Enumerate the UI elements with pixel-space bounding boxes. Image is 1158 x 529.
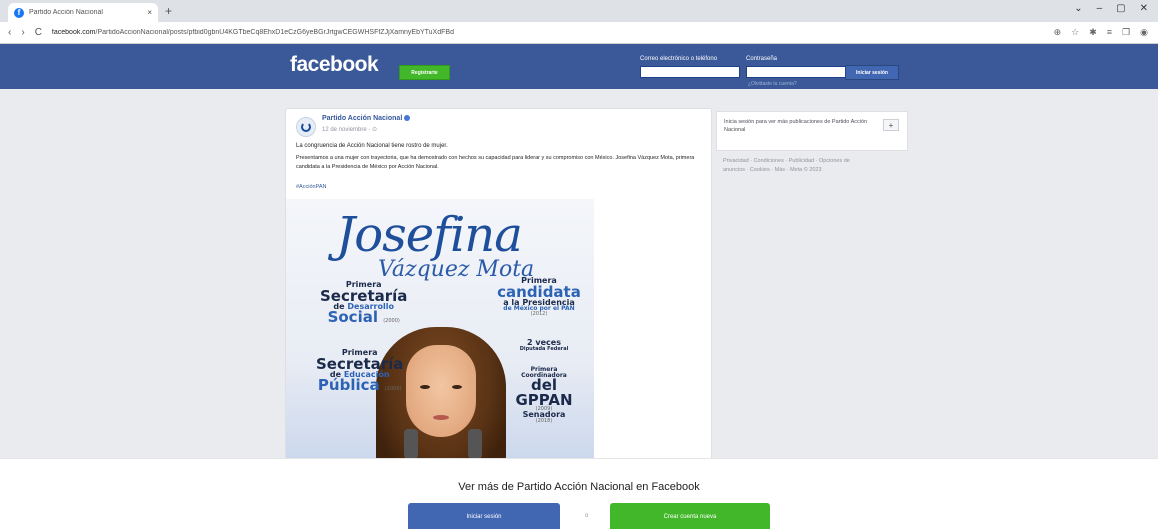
maximize-button[interactable]: ▢: [1116, 3, 1125, 14]
email-label: Correo electrónico o teléfono: [640, 56, 718, 62]
profile-icon[interactable]: ◉: [1140, 27, 1148, 38]
side-panel-icon[interactable]: ❐: [1122, 27, 1130, 38]
microphone-icon: [404, 429, 418, 459]
overlay-login-button[interactable]: Iniciar sesión: [408, 503, 560, 529]
zoom-icon[interactable]: ⊕: [1054, 27, 1062, 38]
hashtag-link[interactable]: #AcciónPAN: [296, 184, 326, 190]
microphone-icon: [468, 429, 482, 459]
extension-icon[interactable]: ✱: [1089, 27, 1097, 38]
browser-tab-bar: f Partido Acción Nacional × + ⌄ – ▢ ✕: [0, 0, 1158, 22]
create-account-button[interactable]: Crear cuenta nueva: [610, 503, 770, 529]
page-name-link[interactable]: Partido Acción Nacional: [322, 115, 411, 122]
bookmark-star-icon[interactable]: ☆: [1071, 27, 1079, 38]
address-bar-row: ‹ › C facebook.com/PartidoAccionNacional…: [0, 22, 1158, 44]
achievement-desarrollo-social: Primera Secretaría de Desarrollo Social …: [320, 281, 407, 325]
reload-button[interactable]: C: [35, 27, 42, 38]
password-field[interactable]: [746, 66, 846, 78]
post-card: Partido Acción Nacional 12 de noviembre …: [285, 108, 712, 468]
url-host: facebook.com: [51, 29, 96, 36]
forward-button[interactable]: ›: [21, 27, 24, 38]
browser-tab[interactable]: f Partido Acción Nacional ×: [8, 3, 158, 22]
page-avatar[interactable]: [296, 117, 316, 137]
forgot-account-link[interactable]: ¿Olvidaste tu cuenta?: [748, 81, 797, 87]
overlay-message: Ver más de Partido Acción Nacional en Fa…: [458, 481, 700, 493]
close-window-button[interactable]: ✕: [1140, 3, 1148, 14]
ach-line: Secretaría: [320, 286, 408, 305]
image-name-script: Josefina: [336, 207, 523, 263]
signup-overlay: Ver más de Partido Acción Nacional en Fa…: [0, 458, 1158, 529]
ach-year: (2000): [383, 318, 400, 325]
post-heading: La congruencia de Acción Nacional tiene …: [296, 143, 448, 149]
facebook-logo[interactable]: facebook: [290, 53, 379, 77]
post-image[interactable]: Josefina Vázquez Mota Primera Secretaría…: [286, 199, 594, 467]
overlay-or-text: o: [585, 513, 589, 519]
achievement-diputada: 2 veces Diputada Federal: [514, 339, 574, 351]
portrait-eye-right: [452, 385, 462, 389]
footer-links[interactable]: Privacidad · Condiciones · Publicidad · …: [723, 157, 863, 175]
facebook-favicon-icon: f: [14, 7, 24, 18]
ach-line: Diputada Federal: [519, 345, 569, 352]
new-tab-button[interactable]: +: [165, 4, 172, 18]
url-path: /PartidoAccionNacional/posts/pfbid0gbnU4…: [95, 29, 454, 36]
extension-icons: ⊕ ☆ ✱ ≡ ❐ ◉: [1054, 27, 1148, 38]
window-controls: ⌄ – ▢ ✕: [1074, 3, 1148, 14]
achievement-educacion-publica: Primera Secretaría de Educación Pública …: [316, 349, 403, 393]
ach-year: (2012): [530, 311, 548, 318]
ach-line: Secretaría: [316, 354, 404, 373]
login-prompt-card: Inicia sesión para ver más publicaciones…: [716, 111, 908, 151]
ach-year: (2018): [535, 417, 553, 424]
reading-list-icon[interactable]: ≡: [1107, 27, 1112, 38]
password-label: Contraseña: [746, 56, 778, 62]
login-button[interactable]: Iniciar sesión: [845, 65, 899, 80]
portrait-face: [406, 345, 476, 437]
tab-close-icon[interactable]: ×: [147, 8, 152, 17]
email-field[interactable]: [640, 66, 740, 78]
ach-line: del GPPAN: [515, 376, 573, 409]
verified-badge-icon: [404, 115, 411, 122]
tab-title: Partido Acción Nacional: [29, 9, 103, 16]
back-button[interactable]: ‹: [8, 27, 11, 38]
ach-year: (2006): [384, 386, 402, 393]
facebook-header: facebook Registrarte Correo electrónico …: [0, 44, 1158, 89]
follow-plus-button[interactable]: +: [883, 119, 899, 131]
achievement-candidata: Primera candidata a la Presidencia de Mé…: [494, 277, 584, 317]
portrait-lips: [433, 415, 449, 420]
url-field[interactable]: facebook.com/PartidoAccionNacional/posts…: [52, 29, 672, 36]
achievement-senadora: Senadora (2018): [514, 411, 574, 423]
post-body: Presentamos a una mujer con trayectoria,…: [296, 155, 695, 170]
portrait-eye-left: [420, 385, 430, 389]
page-name: Partido Acción Nacional: [322, 115, 403, 122]
tab-search-icon[interactable]: ⌄: [1074, 3, 1082, 14]
pan-logo-icon: [301, 122, 311, 132]
post-date[interactable]: 12 de noviembre · ⊙: [322, 126, 377, 133]
ach-line: Pública: [317, 376, 380, 395]
achievement-coordinadora: Primera Coordinadora del GPPAN (2009): [508, 367, 580, 412]
register-button[interactable]: Registrarte: [399, 65, 450, 80]
login-prompt-text: Inicia sesión para ver más publicaciones…: [724, 119, 868, 133]
ach-line: candidata: [497, 282, 581, 301]
ach-line: Social: [327, 308, 378, 327]
minimize-button[interactable]: –: [1097, 3, 1103, 14]
